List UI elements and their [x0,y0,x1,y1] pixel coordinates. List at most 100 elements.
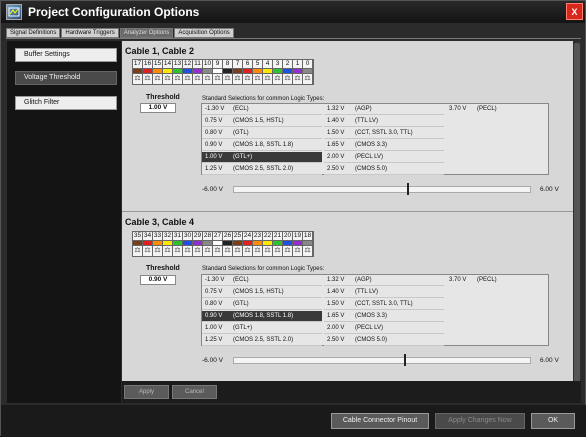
channel-column[interactable]: 27 ⚖ [213,232,223,256]
channel-column[interactable]: 21 ⚖ [273,232,283,256]
logic-type-option[interactable]: 1.32 V (AGP) [324,104,444,115]
logic-type-option[interactable]: 0.90 V (CMOS 1.8, SSTL 1.8) [202,311,322,322]
channel-column[interactable]: 16 ⚖ [143,60,153,84]
sidebar-item-buffer-settings[interactable]: Buffer Settings [15,48,117,62]
channel-column[interactable]: 29 ⚖ [193,232,203,256]
threshold-value[interactable]: 1.00 V [140,103,176,113]
logic-type-option[interactable]: 1.00 V (GTL+) [202,323,322,334]
option-voltage: 2.50 V [327,166,345,172]
channel-column[interactable]: 14 ⚖ [163,60,173,84]
channel-column[interactable]: 28 ⚖ [203,232,213,256]
logic-type-option[interactable]: 2.50 V (CMOS 5.0) [324,335,444,346]
channel-column[interactable]: 31 ⚖ [173,232,183,256]
logic-type-option[interactable]: 1.65 V (CMOS 3.3) [324,140,444,151]
channel-column[interactable]: 8 ⚖ [223,60,233,84]
logic-type-option[interactable]: 0.80 V (GTL) [202,128,322,139]
channel-column[interactable]: 23 ⚖ [253,232,263,256]
option-voltage: 0.80 V [205,301,223,307]
vertical-scrollbar[interactable] [573,41,581,403]
ok-button[interactable]: OK [531,413,575,429]
channel-probe-icon: ⚖ [263,246,272,256]
channel-column[interactable]: 9 ⚖ [213,60,223,84]
channel-column[interactable]: 4 ⚖ [263,60,273,84]
sidebar-item-glitch-filter[interactable]: Glitch Filter [15,96,117,110]
tab-analyzer-options[interactable]: Analyzer Options [119,28,174,38]
channel-column[interactable]: 15 ⚖ [153,60,163,84]
channel-column[interactable]: 26 ⚖ [223,232,233,256]
logic-type-option[interactable]: 3.70 V (PECL) [446,104,546,115]
logic-type-option[interactable]: 1.50 V (CCT, SSTL 3.0, TTL) [324,299,444,310]
logic-type-option[interactable]: 0.80 V (GTL) [202,299,322,310]
channel-column[interactable]: 22 ⚖ [263,232,273,256]
channel-column[interactable]: 10 ⚖ [203,60,213,84]
channel-column[interactable]: 30 ⚖ [183,232,193,256]
channel-column[interactable]: 0 ⚖ [303,60,313,84]
channel-column[interactable]: 3 ⚖ [273,60,283,84]
logic-type-option[interactable]: 1.65 V (CMOS 3.3) [324,311,444,322]
channel-column[interactable]: 2 ⚖ [283,60,293,84]
channel-column[interactable]: 33 ⚖ [153,232,163,256]
logic-type-option[interactable]: 1.50 V (CCT, SSTL 3.0, TTL) [324,128,444,139]
channel-column[interactable]: 11 ⚖ [193,60,203,84]
logic-type-option[interactable]: 2.00 V (PECL LV) [324,323,444,334]
channel-column[interactable]: 6 ⚖ [243,60,253,84]
channel-column[interactable]: 5 ⚖ [253,60,263,84]
apply-button[interactable]: Apply [124,385,169,399]
option-logic-type: (CMOS 5.0) [355,166,388,172]
channel-column[interactable]: 12 ⚖ [183,60,193,84]
threshold-slider-handle[interactable] [406,183,409,195]
threshold-slider-handle[interactable] [404,354,407,366]
channel-column[interactable]: 17 ⚖ [133,60,143,84]
channel-column[interactable]: 1 ⚖ [293,60,303,84]
sidebar-item-voltage-threshold[interactable]: Voltage Threshold [15,71,117,85]
option-logic-type: (CMOS 1.8, SSTL 1.8) [233,313,294,319]
channel-column[interactable]: 20 ⚖ [283,232,293,256]
logic-type-option[interactable]: 1.25 V (CMOS 2.5, SSTL 2.0) [202,164,322,175]
cable-connector-pinout-button[interactable]: Cable Connector Pinout [331,413,429,429]
channel-column[interactable]: 24 ⚖ [243,232,253,256]
channel-column[interactable]: 19 ⚖ [293,232,303,256]
logic-type-option[interactable]: 1.40 V (TTL LV) [324,287,444,298]
option-voltage: 1.25 V [205,166,223,172]
scrollbar-thumb[interactable] [574,43,580,398]
channel-number: 28 [203,232,212,240]
channel-probe-icon: ⚖ [163,74,172,84]
channel-column[interactable]: 35 ⚖ [133,232,143,256]
logic-type-option[interactable]: 1.32 V (AGP) [324,275,444,286]
channel-column[interactable]: 18 ⚖ [303,232,313,256]
logic-type-option[interactable]: 2.00 V (PECL LV) [324,152,444,163]
project-configuration-window: Project Configuration Options X Signal D… [0,0,586,437]
channel-number: 29 [193,232,202,240]
logic-type-option[interactable]: 2.50 V (CMOS 5.0) [324,164,444,175]
logic-type-option[interactable]: 1.40 V (TTL LV) [324,116,444,127]
channel-column[interactable]: 32 ⚖ [163,232,173,256]
close-button[interactable]: X [566,3,583,20]
option-logic-type: (PECL LV) [355,154,384,160]
logic-type-option[interactable]: 0.75 V (CMOS 1.5, HSTL) [202,116,322,127]
channel-column[interactable]: 25 ⚖ [233,232,243,256]
channel-column[interactable]: 7 ⚖ [233,60,243,84]
logic-type-option[interactable]: 3.70 V (PECL) [446,275,546,286]
option-voltage: 1.65 V [327,142,345,148]
tab-signal-definitions[interactable]: Signal Definitions [6,28,61,38]
logic-type-option[interactable]: -1.30 V (ECL) [202,104,322,115]
channel-probe-icon: ⚖ [133,74,142,84]
logic-type-option[interactable]: -1.30 V (ECL) [202,275,322,286]
tab-acquisition-options[interactable]: Acquisition Options [174,28,234,38]
threshold-slider[interactable] [233,357,531,364]
channel-column[interactable]: 34 ⚖ [143,232,153,256]
tab-hardware-triggers[interactable]: Hardware Triggers [61,28,119,38]
channel-number: 8 [223,60,232,68]
logic-type-option[interactable]: 1.00 V (GTL+) [202,152,322,163]
logic-type-option[interactable]: 0.90 V (CMOS 1.8, SSTL 1.8) [202,140,322,151]
channel-probe-icon: ⚖ [273,246,282,256]
channel-column[interactable]: 13 ⚖ [173,60,183,84]
threshold-slider[interactable] [233,186,531,193]
apply-changes-now-button[interactable]: Apply Changes Now [435,413,525,429]
logic-type-option[interactable]: 0.75 V (CMOS 1.5, HSTL) [202,287,322,298]
threshold-value[interactable]: 0.90 V [140,275,176,285]
channel-probe-icon: ⚖ [283,74,292,84]
logic-type-option[interactable]: 1.25 V (CMOS 2.5, SSTL 2.0) [202,335,322,346]
option-voltage: 3.70 V [449,106,467,112]
cancel-button[interactable]: Cancel [172,385,217,399]
